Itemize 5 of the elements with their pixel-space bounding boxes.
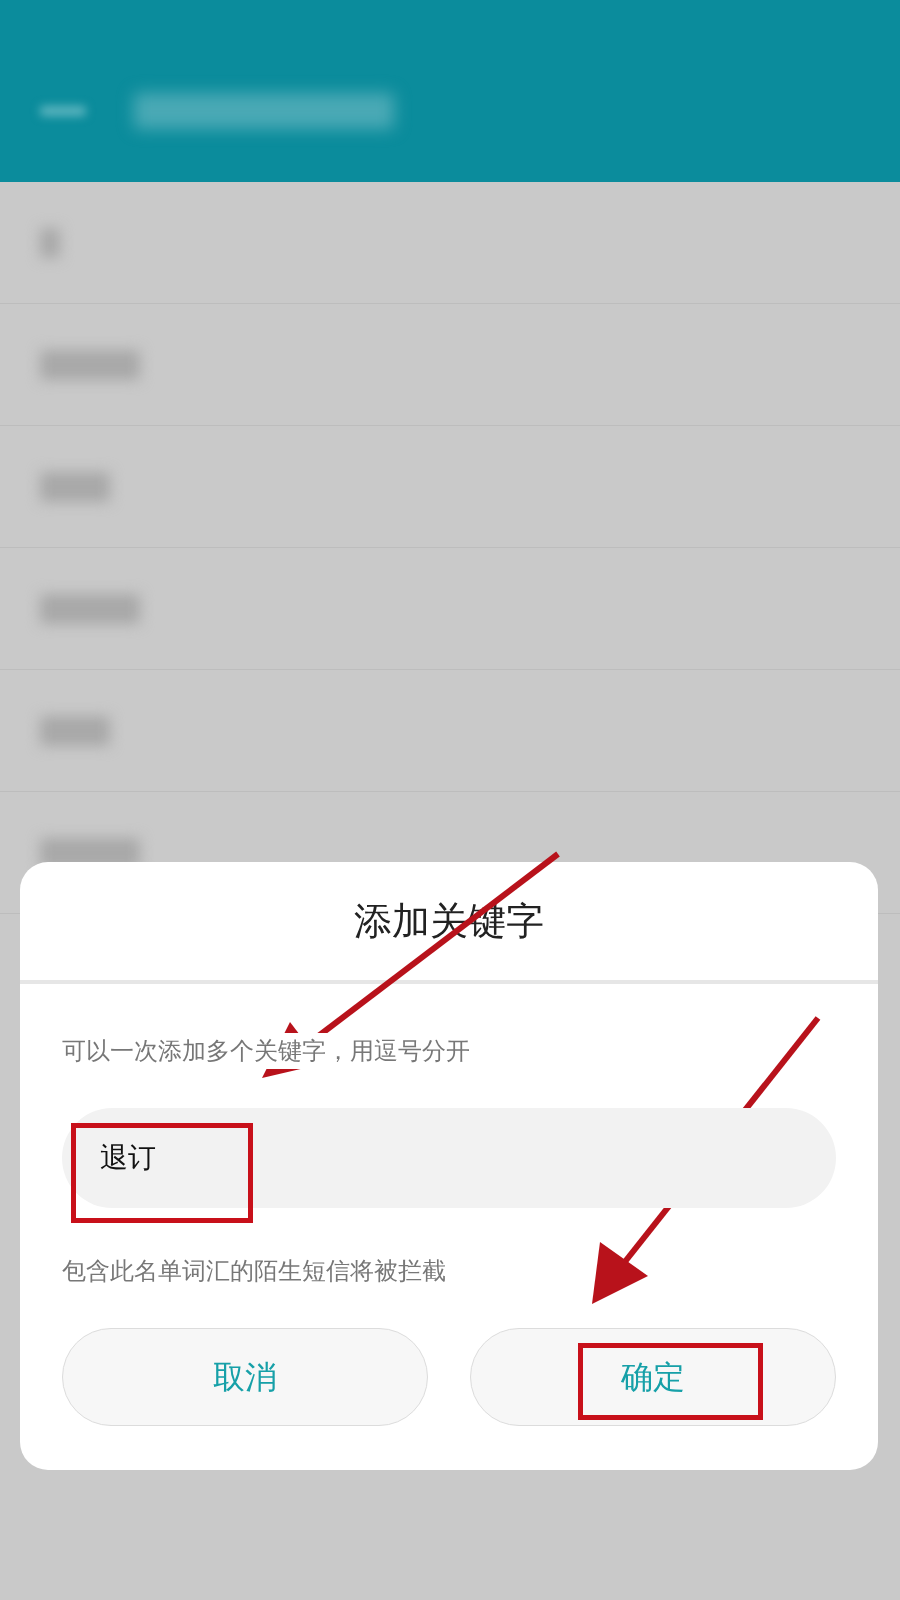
note-text: 包含此名单词汇的陌生短信将被拦截 — [62, 1256, 447, 1287]
cancel-button[interactable]: 取消 — [62, 1328, 428, 1426]
hint-text: 可以一次添加多个关键字，用逗号分开 — [62, 1033, 470, 1069]
confirm-button[interactable]: 确定 — [470, 1328, 836, 1426]
keyword-field[interactable]: 退订 — [62, 1108, 836, 1208]
